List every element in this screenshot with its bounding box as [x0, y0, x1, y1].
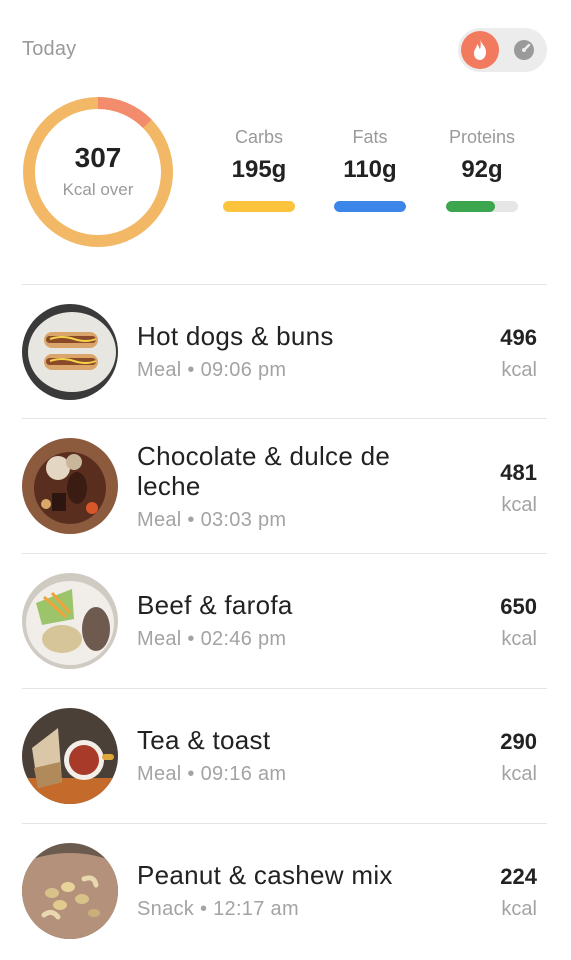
macro-progress-bar: [446, 201, 518, 212]
kcal-over-label: Kcal over: [62, 180, 134, 199]
food-meta: Meal • 02:46 pm: [137, 628, 287, 650]
macro-carbs: Carbs 195g: [209, 127, 309, 212]
macro-proteins: Proteins 92g: [432, 127, 532, 212]
food-photo: [22, 573, 118, 669]
food-type: Meal: [137, 359, 182, 381]
macro-value: 110g: [343, 156, 397, 183]
macro-value: 195g: [231, 156, 287, 183]
macro-progress-bar: [223, 201, 295, 212]
food-photo: [22, 843, 118, 939]
food-entry-tea[interactable]: Tea & toast Meal • 09:16 am 290 kcal: [0, 689, 571, 823]
macro-progress-fill: [446, 201, 495, 212]
food-type: Snack: [137, 898, 195, 920]
food-meta: Meal • 09:16 am: [137, 763, 287, 785]
toggle-calories-button[interactable]: [461, 31, 499, 69]
food-entry-hot-dogs[interactable]: Hot dogs & buns Meal • 09:06 pm 496 kcal: [0, 285, 571, 419]
macro-progress-bar: [334, 201, 406, 212]
food-photo: [22, 708, 118, 804]
food-time: 02:46 pm: [200, 628, 287, 650]
calorie-ring: 307 Kcal over: [22, 96, 174, 248]
food-kcal-unit: kcal: [501, 359, 537, 381]
food-entry-chocolate[interactable]: Chocolate & dulce de leche Meal • 03:03 …: [0, 419, 571, 553]
macro-progress-fill: [223, 201, 295, 212]
kcal-over-value: 307: [74, 142, 122, 173]
food-name: Hot dogs & buns: [137, 321, 334, 351]
macro-label: Fats: [352, 127, 388, 147]
food-kcal-unit: kcal: [501, 628, 537, 650]
food-name: Peanut & cashew mix: [137, 860, 393, 890]
food-type: Meal: [137, 509, 182, 531]
food-time: 09:16 am: [200, 763, 287, 785]
macro-fats: Fats 110g: [320, 127, 420, 212]
food-name: Beef & farofa: [137, 590, 293, 620]
food-kcal: 481: [500, 460, 537, 485]
food-time: 09:06 pm: [200, 359, 287, 381]
food-photo: [22, 438, 118, 534]
food-name: Chocolate & dulce de leche: [137, 441, 391, 501]
food-entry-nuts[interactable]: Peanut & cashew mix Snack • 12:17 am 224…: [0, 824, 571, 958]
food-kcal-unit: kcal: [501, 494, 537, 516]
page-title: Today: [22, 38, 77, 60]
food-photo: [22, 304, 118, 400]
food-entry-beef[interactable]: Beef & farofa Meal • 02:46 pm 650 kcal: [0, 554, 571, 688]
macro-label: Proteins: [448, 127, 516, 147]
food-meta: Snack • 12:17 am: [137, 898, 299, 920]
food-time: 12:17 am: [213, 898, 299, 920]
macro-value: 92g: [461, 156, 503, 183]
food-name: Tea & toast: [137, 725, 271, 755]
food-meta: Meal • 03:03 pm: [137, 509, 287, 531]
food-kcal-unit: kcal: [501, 898, 537, 920]
view-toggle[interactable]: [458, 28, 547, 72]
food-kcal-unit: kcal: [501, 763, 537, 785]
food-kcal: 290: [500, 729, 537, 754]
macro-progress-fill: [334, 201, 406, 212]
macro-label: Carbs: [234, 127, 283, 147]
food-kcal: 496: [500, 325, 537, 350]
food-time: 03:03 pm: [200, 509, 287, 531]
food-kcal: 650: [500, 594, 537, 619]
food-type: Meal: [137, 628, 182, 650]
food-meta: Meal • 09:06 pm: [137, 359, 287, 381]
flame-icon: [474, 39, 486, 60]
gauge-icon[interactable]: [513, 39, 535, 61]
food-type: Meal: [137, 763, 182, 785]
food-kcal: 224: [500, 864, 537, 889]
